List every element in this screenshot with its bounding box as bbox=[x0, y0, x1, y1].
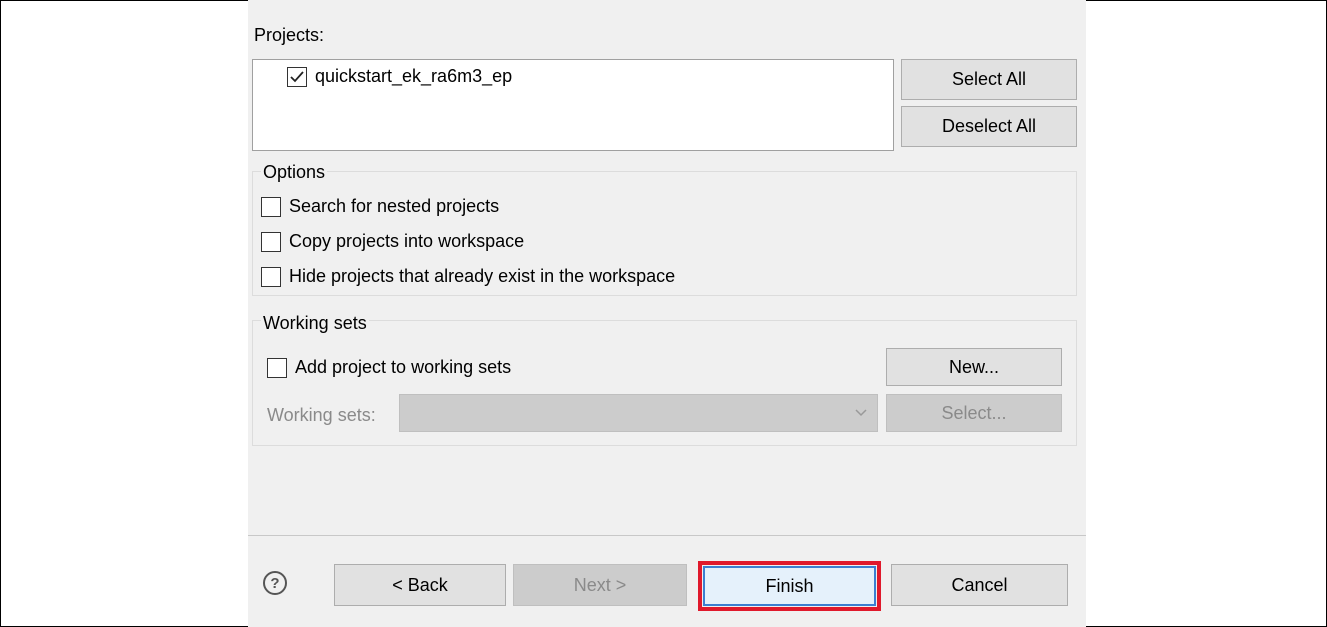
new-working-set-button[interactable]: New... bbox=[886, 348, 1062, 386]
copy-into-workspace-checkbox[interactable] bbox=[261, 231, 281, 252]
back-button[interactable]: < Back bbox=[334, 564, 506, 606]
footer-separator bbox=[248, 535, 1086, 536]
chevron-down-icon bbox=[855, 409, 867, 417]
project-item[interactable]: quickstart_ek_ra6m3_ep bbox=[287, 66, 512, 87]
next-button[interactable]: Next > bbox=[513, 564, 687, 606]
working-sets-field-label: Working sets: bbox=[267, 405, 376, 425]
add-to-working-sets-option[interactable]: Add project to working sets bbox=[267, 357, 511, 378]
add-to-working-sets-label: Add project to working sets bbox=[295, 357, 512, 377]
select-all-button[interactable]: Select All bbox=[901, 59, 1077, 100]
cancel-button[interactable]: Cancel bbox=[891, 564, 1068, 606]
working-sets-combo[interactable] bbox=[399, 394, 878, 432]
hide-existing-label: Hide projects that already exist in the … bbox=[289, 266, 676, 286]
finish-highlight-box bbox=[698, 561, 881, 611]
select-working-sets-button[interactable]: Select... bbox=[886, 394, 1062, 432]
add-to-working-sets-checkbox[interactable] bbox=[267, 357, 287, 378]
search-nested-checkbox[interactable] bbox=[261, 196, 281, 217]
projects-label: Projects: bbox=[254, 25, 325, 45]
search-nested-option[interactable]: Search for nested projects bbox=[261, 196, 499, 217]
deselect-all-button[interactable]: Deselect All bbox=[901, 106, 1077, 147]
project-name: quickstart_ek_ra6m3_ep bbox=[315, 66, 513, 86]
hide-existing-checkbox[interactable] bbox=[261, 266, 281, 287]
copy-into-workspace-label: Copy projects into workspace bbox=[289, 231, 525, 251]
working-sets-title: Working sets bbox=[261, 312, 369, 334]
hide-existing-option[interactable]: Hide projects that already exist in the … bbox=[261, 266, 675, 287]
search-nested-label: Search for nested projects bbox=[289, 196, 500, 216]
project-checkbox[interactable] bbox=[287, 66, 307, 87]
projects-list[interactable]: quickstart_ek_ra6m3_ep bbox=[252, 59, 894, 151]
copy-into-workspace-option[interactable]: Copy projects into workspace bbox=[261, 231, 524, 252]
check-icon bbox=[290, 70, 304, 82]
help-icon[interactable]: ? bbox=[263, 571, 287, 595]
options-title: Options bbox=[261, 161, 328, 183]
